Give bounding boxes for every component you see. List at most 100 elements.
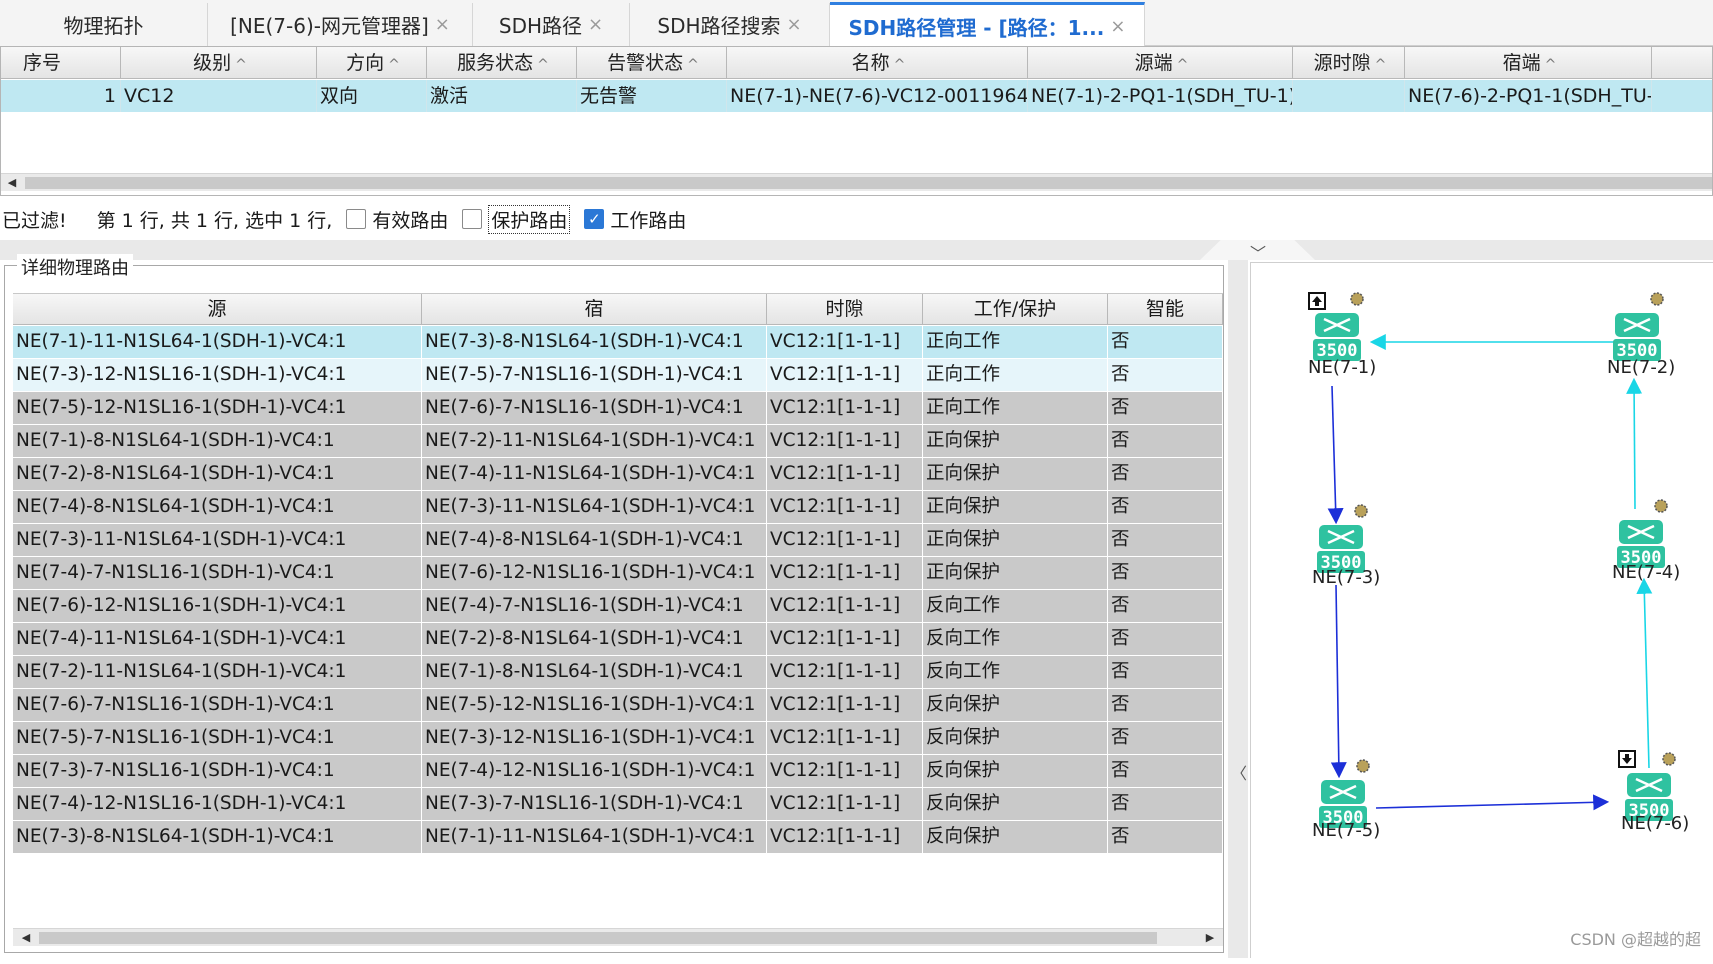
close-icon[interactable]: × — [588, 14, 603, 35]
route-link[interactable] — [1330, 584, 1347, 779]
column-header-timeslot[interactable]: 时隙 — [767, 294, 923, 325]
column-header-smart[interactable]: 智能 — [1108, 294, 1223, 325]
route-link[interactable] — [1626, 377, 1643, 510]
cell-name: NE(7-1)-NE(7-6)-VC12-0011964 — [727, 80, 1028, 112]
table-row[interactable]: NE(7-4)-11-N1SL64-1(SDH-1)-VC4:1 NE(7-2)-… — [13, 623, 1223, 656]
tab-ne-manager[interactable]: [NE(7-6)-网元管理器] × — [208, 3, 473, 46]
close-icon[interactable]: × — [1110, 16, 1125, 37]
column-header-work-protect[interactable]: 工作/保护 — [923, 294, 1108, 325]
checkbox-box[interactable] — [346, 209, 367, 229]
table-row[interactable]: NE(7-5)-12-N1SL16-1(SDH-1)-VC4:1 NE(7-6)-… — [13, 392, 1223, 425]
cell-source: NE(7-2)-11-N1SL64-1(SDH-1)-VC4:1 — [13, 656, 422, 688]
horizontal-scrollbar[interactable]: ◀ — [1, 173, 1712, 192]
column-header-alarm-status[interactable]: 告警状态 ^ — [577, 47, 727, 79]
scroll-left-icon[interactable]: ◀ — [3, 174, 21, 192]
cell-work-protect: 反向保护 — [923, 722, 1108, 754]
table-row[interactable]: NE(7-1)-8-N1SL64-1(SDH-1)-VC4:1 NE(7-2)-1… — [13, 425, 1223, 458]
table-row[interactable]: NE(7-3)-7-N1SL16-1(SDH-1)-VC4:1 NE(7-4)-1… — [13, 755, 1223, 788]
valid-route-checkbox[interactable]: 有效路由 — [346, 206, 448, 233]
network-element-node[interactable]: 3500 — [1613, 292, 1664, 361]
node-label: NE(7-3) — [1312, 567, 1380, 588]
table-row[interactable]: NE(7-2)-8-N1SL64-1(SDH-1)-VC4:1 NE(7-4)-1… — [13, 458, 1223, 491]
tab-sdh-path-management[interactable]: SDH路径管理 - [路径：1... × — [830, 2, 1145, 47]
close-icon[interactable]: × — [787, 14, 802, 35]
route-link[interactable] — [1636, 577, 1653, 769]
tab-sdh-path[interactable]: SDH路径 × — [473, 3, 630, 46]
cell-smart: 否 — [1108, 557, 1223, 589]
sort-icon: ^ — [388, 57, 400, 73]
table-row[interactable]: NE(7-6)-12-N1SL16-1(SDH-1)-VC4:1 NE(7-4)-… — [13, 590, 1223, 623]
route-link[interactable] — [1375, 794, 1610, 811]
table-row[interactable]: NE(7-3)-12-N1SL16-1(SDH-1)-VC4:1 NE(7-5)-… — [13, 359, 1223, 392]
chevron-down-icon[interactable]: ﹀ — [1250, 240, 1266, 264]
cell-work-protect: 反向工作 — [923, 590, 1108, 622]
cell-smart: 否 — [1108, 524, 1223, 556]
column-header-direction[interactable]: 方向 ^ — [317, 47, 427, 79]
cell-direction: 双向 — [317, 80, 427, 112]
row-status: 第 1 行, 共 1 行, 选中 1 行, — [96, 209, 333, 232]
column-header-service-status[interactable]: 服务状态 ^ — [427, 47, 577, 79]
node-label: NE(7-2) — [1607, 357, 1675, 378]
column-header-level[interactable]: 级别 ^ — [121, 47, 317, 79]
horizontal-splitter[interactable]: ﹀ — [0, 240, 1713, 263]
table-row[interactable]: 1 VC12 双向 激活 无告警 NE(7-1)-NE(7-6)-VC12-00… — [1, 80, 1712, 112]
checkbox-box[interactable] — [462, 209, 483, 229]
scrollbar-thumb[interactable] — [25, 177, 1712, 189]
check-icon[interactable]: ✓ — [584, 209, 605, 229]
horizontal-scrollbar[interactable]: ◀ ▶ — [13, 928, 1223, 946]
checkbox-label: 保护路由 — [488, 204, 571, 234]
path-table-header: 序号 级别 ^ 方向 ^ 服务状态 ^ 告警状态 ^ 名称 ^ 源端 ^ 源时隙 ^ 宿端 ^ — [1, 47, 1712, 79]
column-header-index[interactable]: 序号 — [1, 47, 121, 79]
network-element-node[interactable]: 3500 — [1617, 499, 1668, 568]
table-row[interactable]: NE(7-3)-8-N1SL64-1(SDH-1)-VC4:1 NE(7-1)-1… — [13, 821, 1223, 854]
network-element-node[interactable]: 3500 — [1317, 504, 1368, 573]
sort-icon: ^ — [893, 57, 906, 73]
cell-sink: NE(7-3)-8-N1SL64-1(SDH-1)-VC4:1 — [422, 326, 767, 358]
checkbox-label: 有效路由 — [372, 209, 449, 232]
tab-label: SDH路径搜索 — [657, 14, 781, 38]
cell-work-protect: 反向工作 — [923, 656, 1108, 688]
scrollbar-thumb[interactable] — [39, 932, 1157, 944]
cell-work-protect: 正向保护 — [923, 524, 1108, 556]
column-header-sink[interactable]: 宿 — [422, 294, 767, 325]
cell-sink: NE(7-4)-12-N1SL16-1(SDH-1)-VC4:1 — [422, 755, 767, 787]
cell-source: NE(7-1)-11-N1SL64-1(SDH-1)-VC4:1 — [13, 326, 422, 358]
column-header-sink[interactable]: 宿端 ^ — [1405, 47, 1652, 79]
tab-label: SDH路径 — [498, 14, 583, 38]
table-row[interactable]: NE(7-4)-7-N1SL16-1(SDH-1)-VC4:1 NE(7-6)-1… — [13, 557, 1223, 590]
cell-work-protect: 反向工作 — [923, 623, 1108, 655]
tab-sdh-path-search[interactable]: SDH路径搜索 × — [630, 3, 830, 46]
table-row[interactable]: NE(7-5)-7-N1SL16-1(SDH-1)-VC4:1 NE(7-3)-1… — [13, 722, 1223, 755]
table-row[interactable]: NE(7-3)-11-N1SL64-1(SDH-1)-VC4:1 NE(7-4)-… — [13, 524, 1223, 557]
cell-work-protect: 正向保护 — [923, 557, 1108, 589]
vertical-splitter[interactable]: 〈 — [1228, 260, 1248, 958]
tab-physical-topology[interactable]: 物理拓扑 — [0, 3, 208, 46]
table-row[interactable]: NE(7-4)-12-N1SL16-1(SDH-1)-VC4:1 NE(7-3)-… — [13, 788, 1223, 821]
table-row[interactable]: NE(7-2)-11-N1SL64-1(SDH-1)-VC4:1 NE(7-1)-… — [13, 656, 1223, 689]
gear-icon — [1654, 499, 1668, 513]
table-row[interactable]: NE(7-6)-7-N1SL16-1(SDH-1)-VC4:1 NE(7-5)-1… — [13, 689, 1223, 722]
cell-source: NE(7-4)-7-N1SL16-1(SDH-1)-VC4:1 — [13, 557, 422, 589]
chevron-left-icon[interactable]: 〈 — [1231, 760, 1247, 784]
node-label: NE(7-6) — [1621, 813, 1689, 834]
scroll-right-icon[interactable]: ▶ — [1201, 929, 1219, 947]
cell-timeslot: VC12:1[1-1-1] — [767, 392, 923, 424]
table-row[interactable]: NE(7-4)-8-N1SL64-1(SDH-1)-VC4:1 NE(7-3)-1… — [13, 491, 1223, 524]
cell-work-protect: 正向保护 — [923, 491, 1108, 523]
route-link[interactable] — [1327, 385, 1344, 525]
protect-route-checkbox[interactable]: 保护路由 — [462, 204, 571, 234]
work-route-checkbox[interactable]: ✓ 工作路由 — [584, 206, 686, 233]
table-row[interactable]: NE(7-1)-11-N1SL64-1(SDH-1)-VC4:1 NE(7-3)-… — [13, 326, 1223, 359]
cell-source: NE(7-3)-7-N1SL16-1(SDH-1)-VC4:1 — [13, 755, 422, 787]
cell-sink: NE(7-6)-12-N1SL16-1(SDH-1)-VC4:1 — [422, 557, 767, 589]
network-element-node[interactable]: 3500 — [1319, 759, 1370, 828]
column-header-source-timeslot[interactable]: 源时隙 ^ — [1293, 47, 1405, 79]
column-header-name[interactable]: 名称 ^ — [727, 47, 1028, 79]
tab-bar: 物理拓扑 [NE(7-6)-网元管理器] × SDH路径 × SDH路径搜索 ×… — [0, 0, 1713, 47]
close-icon[interactable]: × — [435, 14, 450, 35]
column-header-source[interactable]: 源 — [13, 294, 422, 325]
scroll-left-icon[interactable]: ◀ — [17, 929, 35, 947]
column-header-source[interactable]: 源端 ^ — [1028, 47, 1293, 79]
cell-work-protect: 反向保护 — [923, 788, 1108, 820]
node-label: NE(7-5) — [1312, 820, 1380, 841]
